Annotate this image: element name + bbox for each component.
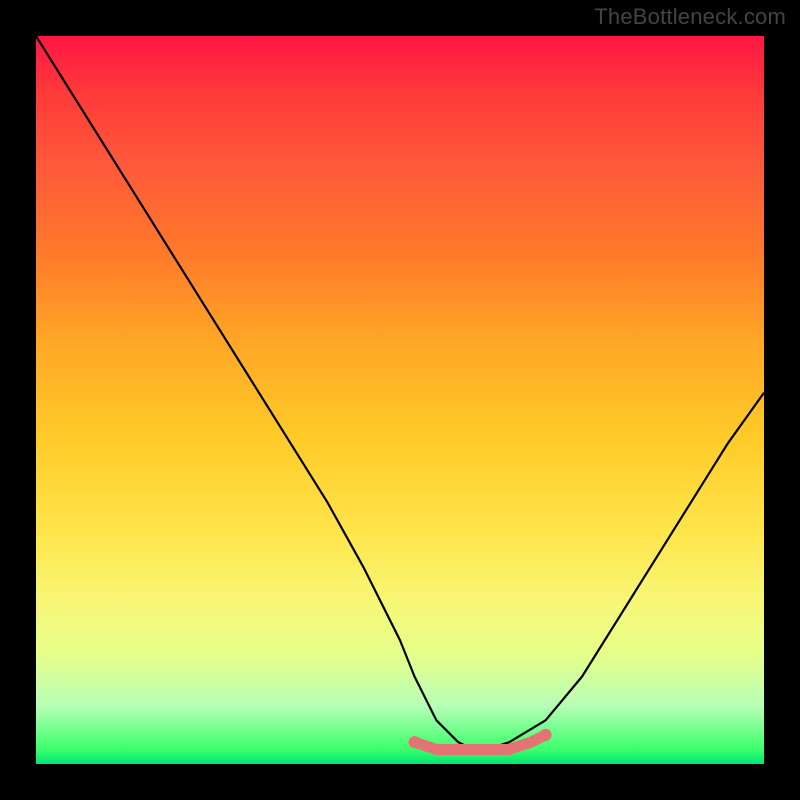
highlight-endpoint xyxy=(540,729,552,741)
bottleneck-curve-line xyxy=(36,36,764,749)
highlight-band-line xyxy=(415,735,546,750)
series-group xyxy=(36,36,764,749)
highlight-endpoint xyxy=(409,736,421,748)
chart-container: TheBottleneck.com xyxy=(0,0,800,800)
chart-svg xyxy=(36,36,764,764)
plot-area xyxy=(36,36,764,764)
watermark-text: TheBottleneck.com xyxy=(594,4,786,30)
